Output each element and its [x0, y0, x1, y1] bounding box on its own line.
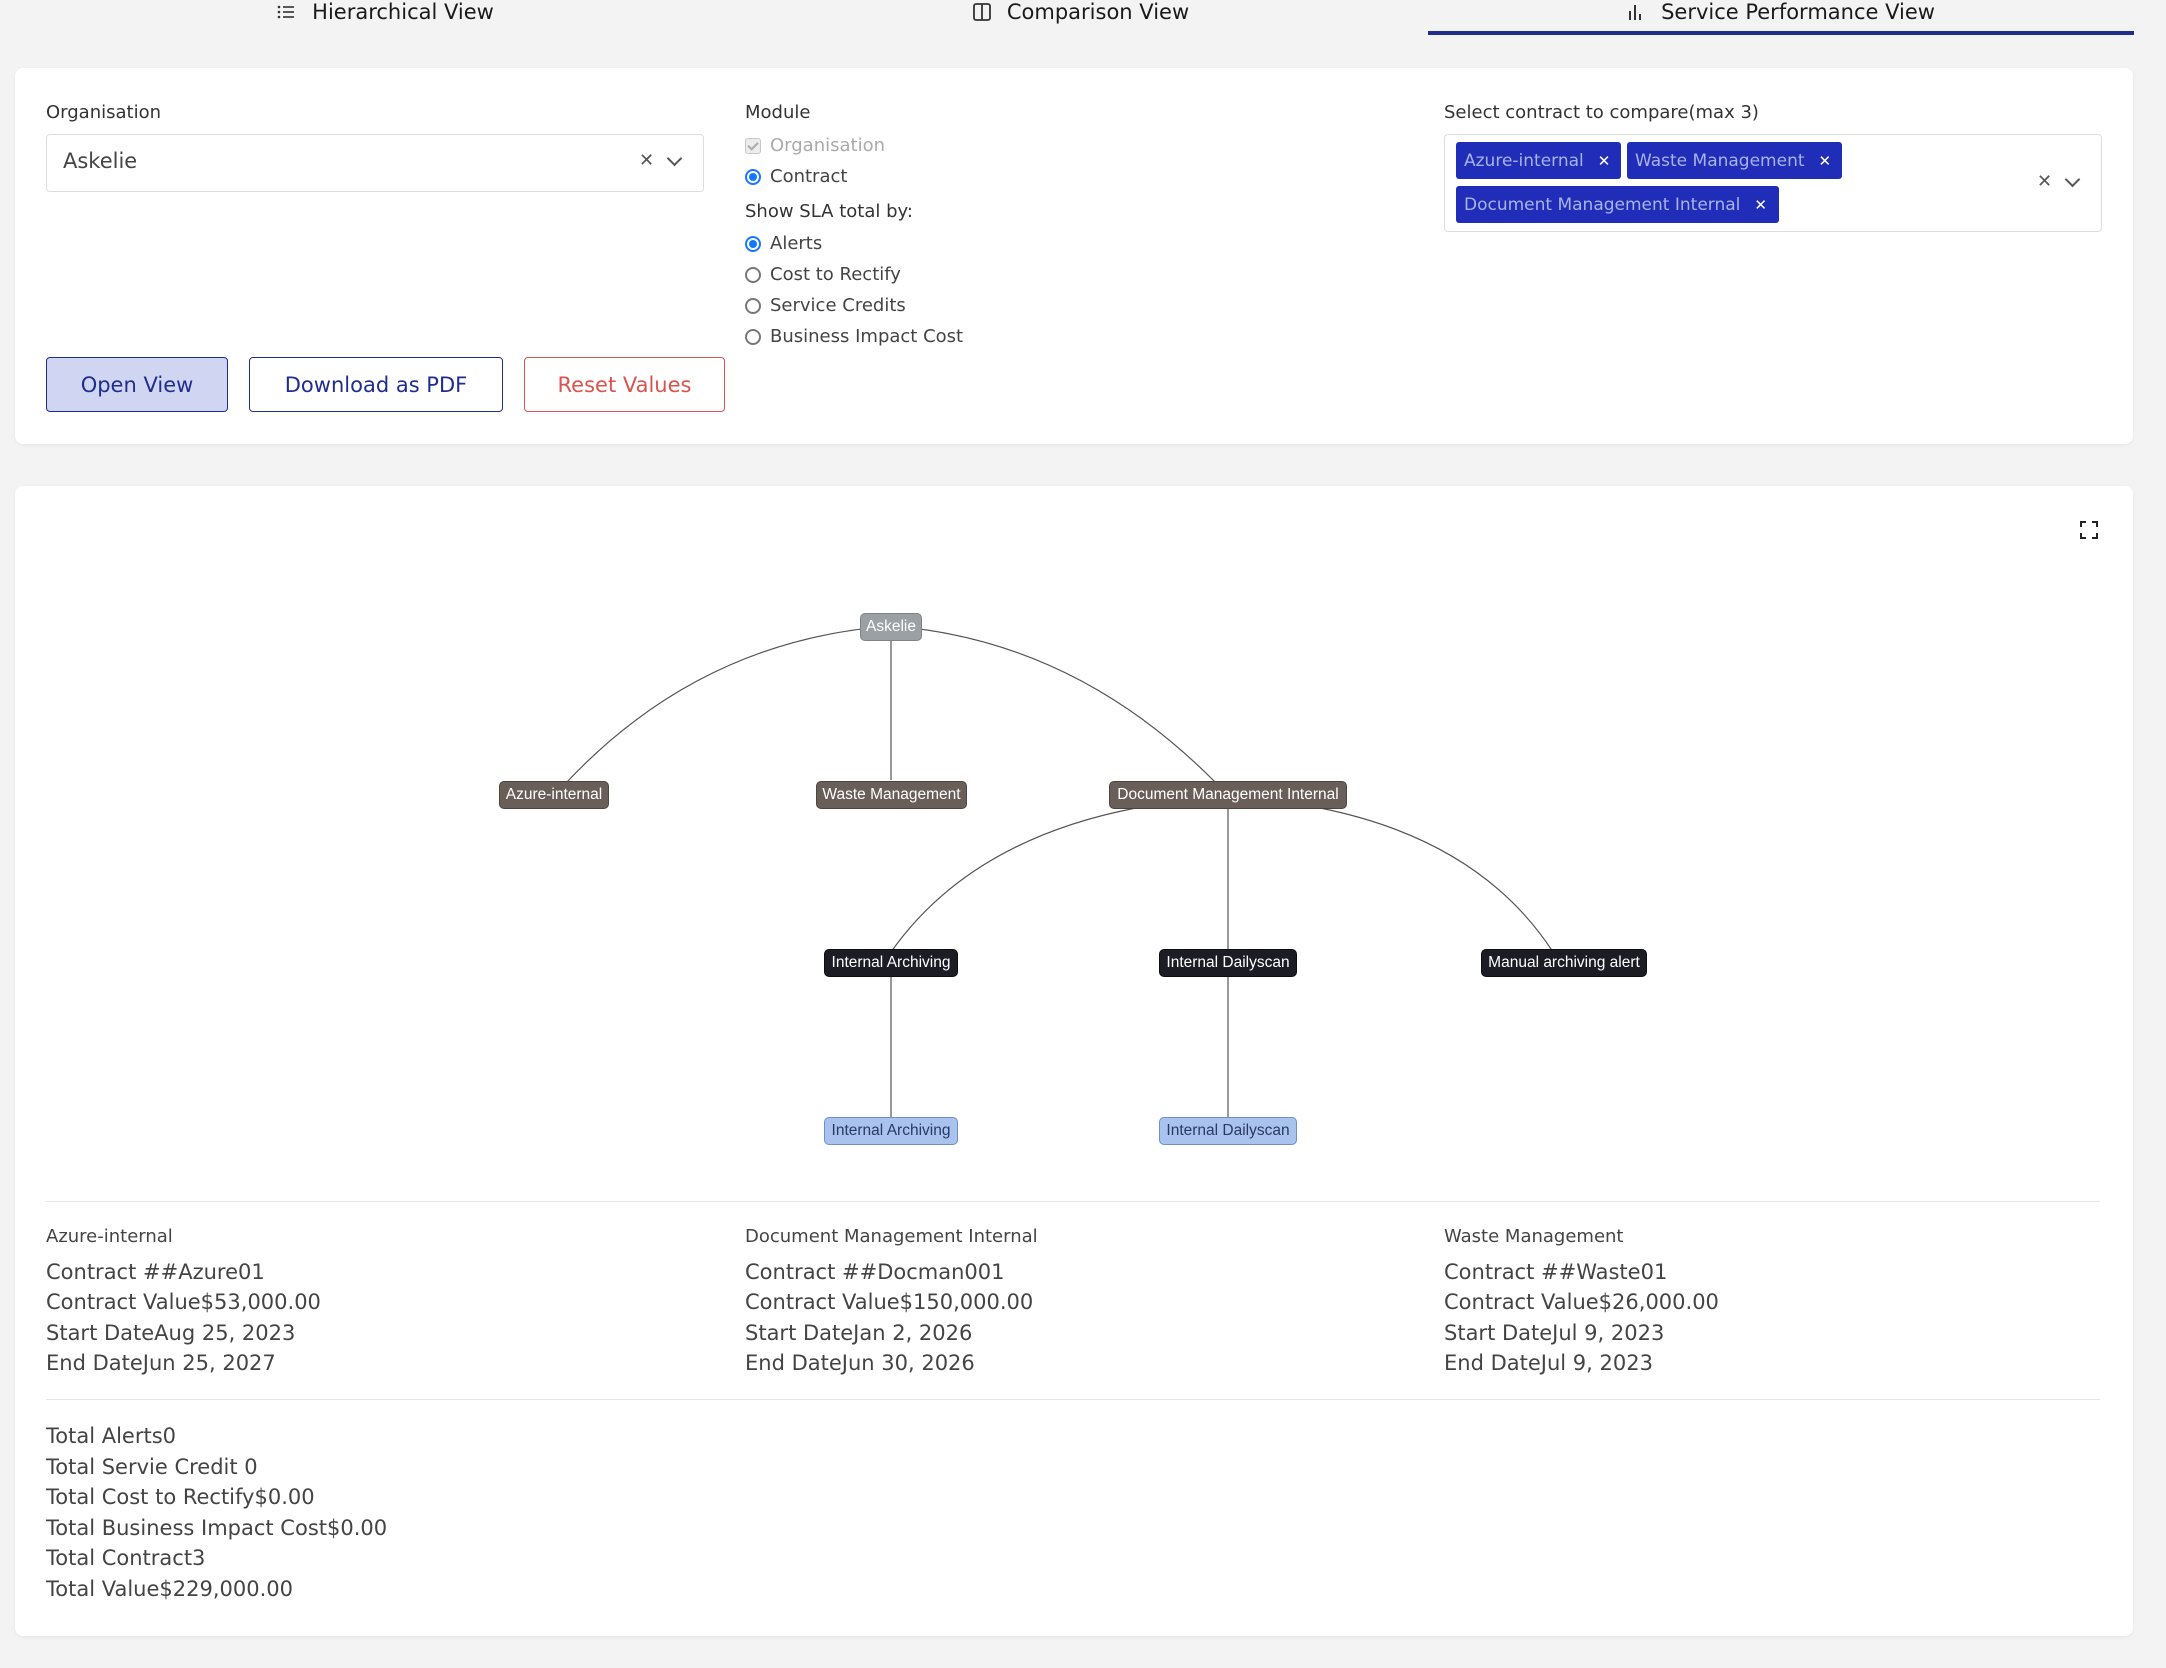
contract-number: Contract ##Docman001 — [745, 1260, 1005, 1284]
chevron-down-icon[interactable] — [2064, 171, 2081, 188]
view-tabs: Hierarchical View Comparison View Servic… — [0, 0, 2166, 40]
columns-icon — [972, 3, 991, 21]
option-label: Alerts — [770, 233, 823, 254]
active-tab-indicator — [1428, 31, 2134, 35]
divider — [46, 1399, 2100, 1400]
contract-end-date: End DateJul 9, 2023 — [1444, 1351, 1653, 1375]
compare-label: Select contract to compare(max 3) — [1444, 102, 1759, 123]
option-label: Service Credits — [770, 295, 906, 316]
remove-chip-icon[interactable]: ✕ — [1754, 196, 1767, 214]
total-alerts: Total Alerts0 — [46, 1424, 177, 1448]
tab-label: Service Performance View — [1661, 0, 1935, 24]
tab-hierarchical-view[interactable]: Hierarchical View — [255, 0, 515, 32]
remove-chip-icon[interactable]: ✕ — [1819, 152, 1832, 170]
contract-number: Contract ##Azure01 — [46, 1260, 265, 1284]
clear-icon[interactable]: ✕ — [639, 150, 654, 171]
chip-label: Document Management Internal — [1464, 194, 1741, 215]
bar-chart-icon — [1629, 5, 1642, 20]
sla-option-service-credits[interactable]: Service Credits — [745, 295, 906, 316]
list-icon — [277, 5, 295, 19]
module-label: Module — [745, 102, 811, 123]
radio-icon[interactable] — [745, 266, 761, 283]
total-contract: Total Contract3 — [46, 1546, 206, 1570]
radio-selected-icon[interactable] — [745, 235, 761, 252]
contract-start-date: Start DateJan 2, 2026 — [745, 1321, 973, 1345]
chip-label: Azure-internal — [1464, 150, 1584, 171]
service-performance-panel — [15, 486, 2133, 1636]
option-label: Organisation — [770, 135, 886, 156]
tab-label: Hierarchical View — [312, 0, 494, 24]
graph-node-alert[interactable]: Manual archiving alert — [1481, 949, 1647, 977]
remove-chip-icon[interactable]: ✕ — [1598, 152, 1611, 170]
option-label: Cost to Rectify — [770, 264, 901, 285]
selected-contract-chip: Azure-internal ✕ — [1456, 142, 1621, 179]
radio-icon[interactable] — [745, 328, 761, 345]
tab-label: Comparison View — [1006, 0, 1190, 24]
sla-option-cost-to-rectify[interactable]: Cost to Rectify — [745, 264, 901, 285]
organisation-label: Organisation — [46, 102, 162, 123]
clear-icon[interactable]: ✕ — [2037, 171, 2052, 192]
contract-number: Contract ##Waste01 — [1444, 1260, 1668, 1284]
graph-node-contract[interactable]: Document Management Internal — [1109, 781, 1347, 809]
organisation-value: Askelie — [63, 149, 138, 173]
selected-contract-chip: Document Management Internal ✕ — [1456, 186, 1779, 223]
download-pdf-button[interactable]: Download as PDF — [249, 357, 503, 412]
contract-value: Contract Value$53,000.00 — [46, 1290, 321, 1314]
graph-node-contract[interactable]: Azure-internal — [499, 781, 609, 809]
graph-node-alert[interactable]: Internal Archiving — [824, 949, 958, 977]
module-option-contract[interactable]: Contract — [745, 166, 847, 187]
contract-value: Contract Value$26,000.00 — [1444, 1290, 1719, 1314]
tab-service-performance-view[interactable]: Service Performance View — [1620, 0, 1940, 32]
module-option-organisation: Organisation — [745, 135, 885, 156]
selected-contract-chip: Waste Management ✕ — [1627, 142, 1842, 179]
radio-icon[interactable] — [745, 297, 761, 314]
option-label: Contract — [770, 166, 848, 187]
chevron-down-icon[interactable] — [666, 150, 683, 167]
contract-end-date: End DateJun 30, 2026 — [745, 1351, 975, 1375]
graph-node-contract[interactable]: Waste Management — [816, 781, 967, 809]
contract-start-date: Start DateAug 25, 2023 — [46, 1321, 296, 1345]
graph-node-leaf[interactable]: Internal Archiving — [824, 1117, 958, 1145]
checkbox-icon — [745, 137, 761, 154]
contract-end-date: End DateJun 25, 2027 — [46, 1351, 276, 1375]
tab-comparison-view[interactable]: Comparison View — [960, 0, 1200, 32]
contract-name: Azure-internal — [46, 1226, 173, 1247]
chip-label: Waste Management — [1635, 150, 1805, 171]
graph-node-root[interactable]: Askelie — [860, 613, 922, 641]
contract-name: Waste Management — [1444, 1226, 1624, 1247]
contract-name: Document Management Internal — [745, 1226, 1038, 1247]
radio-selected-icon[interactable] — [745, 168, 761, 185]
total-business-impact-cost: Total Business Impact Cost$0.00 — [46, 1516, 388, 1540]
sla-option-business-impact-cost[interactable]: Business Impact Cost — [745, 326, 963, 347]
option-label: Business Impact Cost — [770, 326, 964, 347]
sla-option-alerts[interactable]: Alerts — [745, 233, 822, 254]
graph-node-leaf[interactable]: Internal Dailyscan — [1159, 1117, 1297, 1145]
graph-node-alert[interactable]: Internal Dailyscan — [1159, 949, 1297, 977]
contract-value: Contract Value$150,000.00 — [745, 1290, 1034, 1314]
divider — [46, 1201, 2100, 1202]
total-cost-to-rectify: Total Cost to Rectify$0.00 — [46, 1485, 315, 1509]
open-view-button[interactable]: Open View — [46, 357, 228, 412]
organisation-select[interactable]: Askelie ✕ — [46, 134, 704, 192]
sla-label: Show SLA total by: — [745, 201, 913, 222]
total-service-credit: Total Servie Credit 0 — [46, 1455, 258, 1479]
fullscreen-icon[interactable] — [2079, 520, 2099, 540]
contract-start-date: Start DateJul 9, 2023 — [1444, 1321, 1665, 1345]
total-value: Total Value$229,000.00 — [46, 1577, 293, 1601]
reset-values-button[interactable]: Reset Values — [524, 357, 725, 412]
